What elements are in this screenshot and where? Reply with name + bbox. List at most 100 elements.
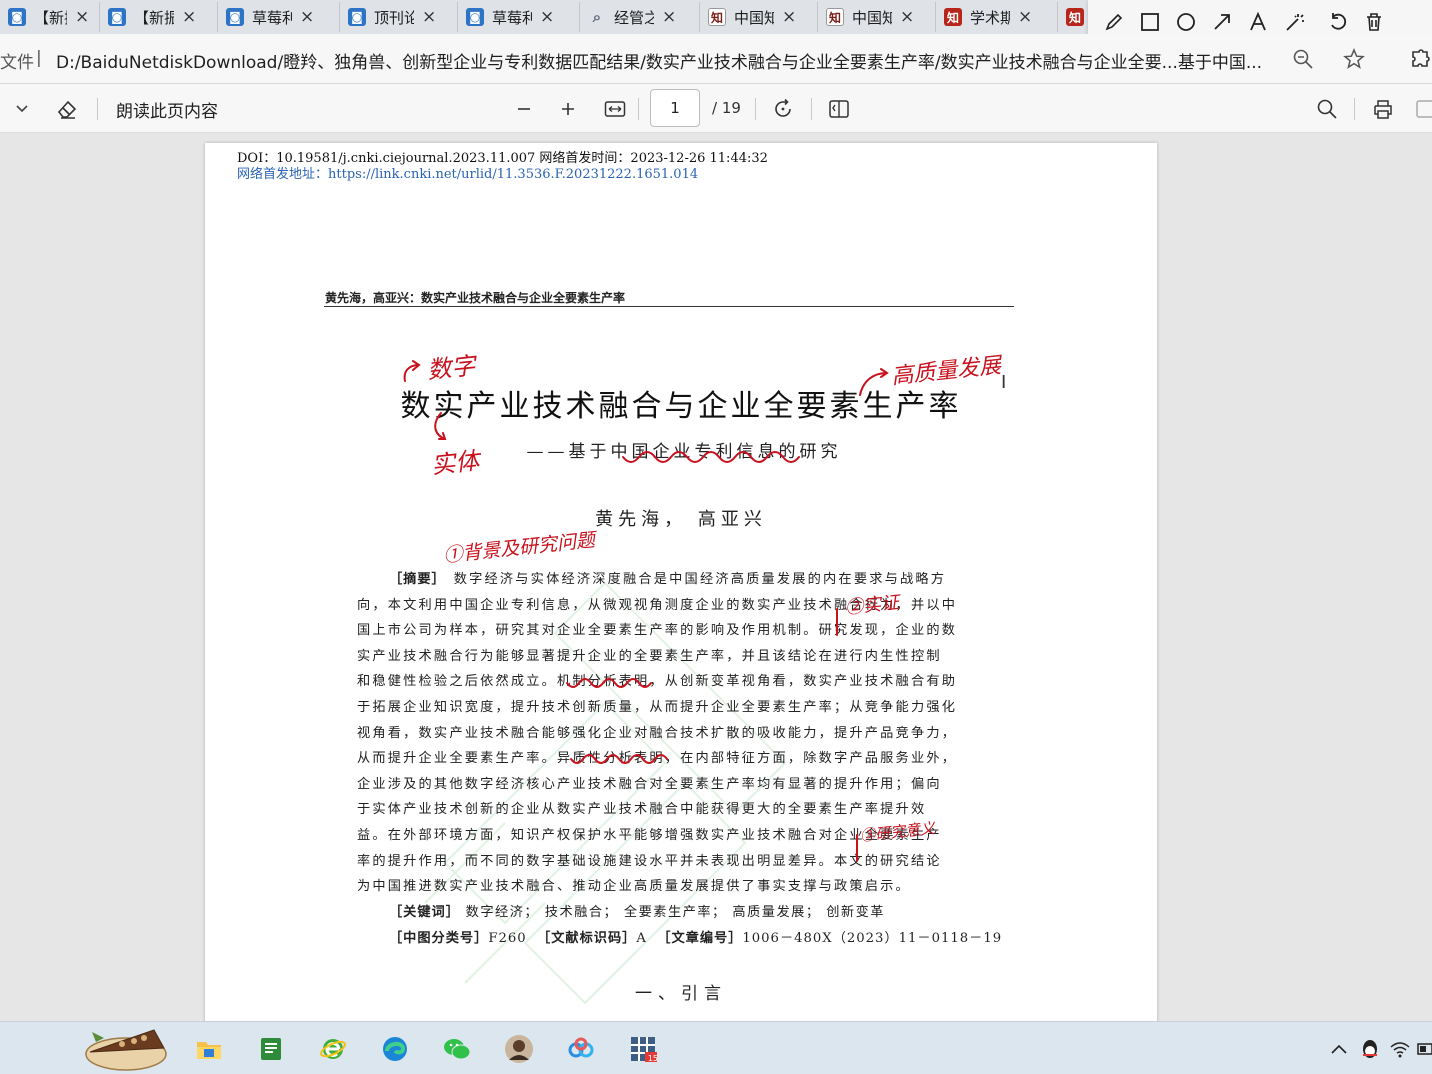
abstract-line: 于拓展企业知识宽度，提升技术创新质量，从而提升企业全要素生产率；从竞争能力强化 xyxy=(357,699,958,715)
abstract-line: 从而提升企业全要素生产率。异质性分析表明，在内部特征方面，除数字产品服务业外， xyxy=(357,751,958,767)
class-tag: ［中图分类号］ xyxy=(389,931,489,946)
abstract-line: 实产业技术融合行为能够显著提升企业的全要素生产率，并且该结论在进行内生性控制 xyxy=(357,648,942,664)
toolbar-divider xyxy=(97,98,98,120)
note-background: ①背景及研究问题 xyxy=(442,529,596,567)
abstract-line: 企业涉及的其他数字经济核心产业技术融合对全要素生产率均有显著的提升作用；偏向 xyxy=(357,776,942,792)
wifi-icon[interactable] xyxy=(1388,1036,1412,1062)
close-icon[interactable]: × xyxy=(662,7,676,27)
read-aloud-button[interactable]: 朗读此页内容 xyxy=(116,96,218,122)
file-explorer-icon[interactable] xyxy=(190,1030,228,1068)
widgets-pie-icon[interactable] xyxy=(82,1024,168,1073)
edge-icon[interactable] xyxy=(376,1030,414,1068)
browser-tab[interactable]: 知学术期 × xyxy=(936,2,1058,32)
calendar-app-icon[interactable]: 15 xyxy=(624,1030,662,1068)
calendar-badge: 15 xyxy=(647,1054,658,1063)
pdf-toolbar: 朗读此页内容 1 / 19 xyxy=(0,84,1432,133)
toolbar-divider xyxy=(755,98,756,120)
class-value: F260 xyxy=(488,931,527,946)
browser-tab[interactable]: ◙ 顶刊论 × xyxy=(340,2,458,32)
extensions-icon[interactable] xyxy=(1408,47,1432,71)
tab-title: 中国知 xyxy=(734,8,774,27)
toolbar-divider xyxy=(1354,98,1355,120)
blue-document-icon: ◙ xyxy=(348,8,366,26)
avatar-icon[interactable] xyxy=(500,1030,538,1068)
rotate-icon[interactable] xyxy=(770,96,796,122)
abstract-line: 向，本文利用中国企业专利信息，从微观视角测度企业的数实产业技术融合行为，并以中 xyxy=(357,597,958,613)
publication-url-link[interactable]: https://link.cnki.net/urlid/11.3536.F.20… xyxy=(328,167,698,182)
baidu-netdisk-icon[interactable] xyxy=(562,1030,600,1068)
abstract-tag: ［摘要］ xyxy=(389,572,446,587)
abstract-text: 数字经济与实体经济深度融合是中国经济高质量发展的内在要求与战略方 xyxy=(453,572,947,587)
browser-tab[interactable]: ◙ 草莓利 × xyxy=(218,2,340,32)
abstract-line: 视角看，数实产业技术融合能够强化企业对融合技术扩散的吸收能力，提升产品竞争力， xyxy=(357,725,958,741)
close-icon[interactable]: × xyxy=(182,7,196,27)
save-icon[interactable] xyxy=(1414,96,1432,122)
text-cursor-icon: I xyxy=(1001,372,1007,393)
notes-icon[interactable] xyxy=(252,1030,290,1068)
paper-subtitle: ——基于中国企业专利信息的研究 xyxy=(526,442,842,462)
page-number-input[interactable]: 1 xyxy=(650,89,700,127)
blue-document-icon: ◙ xyxy=(466,8,484,26)
toolbar-divider xyxy=(638,98,639,120)
browser-tab[interactable]: 知中国知 × xyxy=(700,2,818,32)
qq-icon[interactable] xyxy=(1358,1036,1382,1062)
tab-title: 【新振 xyxy=(34,8,67,27)
paper-authors: 黄先海， 高亚兴 xyxy=(595,509,767,530)
search-icon[interactable] xyxy=(1314,96,1340,122)
close-icon[interactable]: × xyxy=(1018,7,1032,27)
close-icon[interactable]: × xyxy=(300,7,314,27)
close-icon[interactable]: × xyxy=(782,7,796,27)
favorite-star-icon[interactable] xyxy=(1342,47,1366,71)
search-icon: ⌕ xyxy=(592,8,602,26)
browser-tab[interactable]: ◙ 草莓利 × xyxy=(458,2,580,32)
toolbar-divider xyxy=(811,98,812,120)
classification-line: ［中图分类号］F260 ［文献标识码］A ［文章编号］1006－480X（202… xyxy=(389,927,1002,946)
taskbar: 15 xyxy=(0,1021,1432,1074)
pdf-viewer[interactable]: DOI：10.19581/j.cnki.ciejournal.2023.11.0… xyxy=(0,133,1432,1021)
zoom-in-button[interactable] xyxy=(556,96,580,122)
zhi-icon: 知 xyxy=(1066,8,1084,26)
battery-icon[interactable] xyxy=(1416,1036,1432,1062)
abstract-line: 益。在外部环境方面，知识产权保护水平能够增强数实产业技术融合对企业全要素生产 xyxy=(357,827,942,843)
ie-browser-icon[interactable] xyxy=(314,1030,352,1068)
zoom-out-button[interactable] xyxy=(512,96,536,122)
close-icon[interactable]: × xyxy=(422,7,436,27)
abstract-line: 为中国推进数实产业技术融合、推动企业高质量发展提供了事实支撑与政策启示。 xyxy=(357,879,911,895)
page-total-label: / 19 xyxy=(712,99,741,117)
tab-title: 中国知 xyxy=(852,8,892,27)
browser-tab[interactable]: 知中国知 × xyxy=(818,2,936,32)
eraser-icon[interactable] xyxy=(54,96,80,122)
wechat-icon[interactable] xyxy=(438,1030,476,1068)
blue-document-icon: ◙ xyxy=(226,8,244,26)
publication-address-label: 网络首发地址： xyxy=(237,167,329,182)
tab-title: 学术期 xyxy=(970,8,1010,27)
print-icon[interactable] xyxy=(1370,96,1396,122)
abstract-line: 率的提升作用，而不同的数字基础设施建设水平并未表现出明显差异。本文的研究结论 xyxy=(357,853,942,869)
close-icon[interactable]: × xyxy=(900,7,914,27)
cnki-icon: 知 xyxy=(708,8,726,26)
header-rule xyxy=(324,306,1014,307)
browser-tab[interactable]: ⌕ 经管之 × xyxy=(580,2,700,32)
address-separator: | xyxy=(36,48,42,68)
paper-title: 数实产业技术融合与企业全要素生产率 xyxy=(400,389,962,424)
section-heading: 一、引言 xyxy=(635,984,727,1004)
close-icon[interactable]: × xyxy=(540,7,554,27)
address-input[interactable]: D:/BaiduNetdiskDownload/瞪羚、独角兽、创新型企业与专利数… xyxy=(56,48,1276,73)
chevron-down-icon[interactable] xyxy=(12,96,32,122)
browser-tab[interactable]: ◙ 【新振 × xyxy=(100,2,218,32)
doc-id-value: A xyxy=(636,931,647,946)
chevron-up-icon[interactable] xyxy=(1328,1036,1350,1062)
zoom-out-icon[interactable] xyxy=(1291,47,1315,71)
note-digital: 数字 xyxy=(425,351,477,385)
browser-tab[interactable]: ◙ 【新振 × xyxy=(0,2,100,32)
address-scheme-label: 文件 xyxy=(0,53,34,73)
close-icon[interactable]: × xyxy=(75,7,89,27)
fit-page-icon[interactable] xyxy=(602,96,628,122)
tab-title: 草莓利 xyxy=(252,8,292,27)
abstract-line: ［摘要］ 数字经济与实体经济深度融合是中国经济高质量发展的内在要求与战略方 xyxy=(357,567,982,593)
abstract-line: 国上市公司为样本，研究其对企业全要素生产率的影响及作用机制。研究发现，企业的数 xyxy=(357,623,958,639)
abstract-line: 于实体产业技术创新的企业从数实产业技术融合中能获得更大的全要素生产率提升效 xyxy=(357,802,927,818)
tab-title: 【新振 xyxy=(134,8,174,27)
tab-title: 草莓利 xyxy=(492,8,532,27)
page-view-icon[interactable] xyxy=(826,96,852,122)
